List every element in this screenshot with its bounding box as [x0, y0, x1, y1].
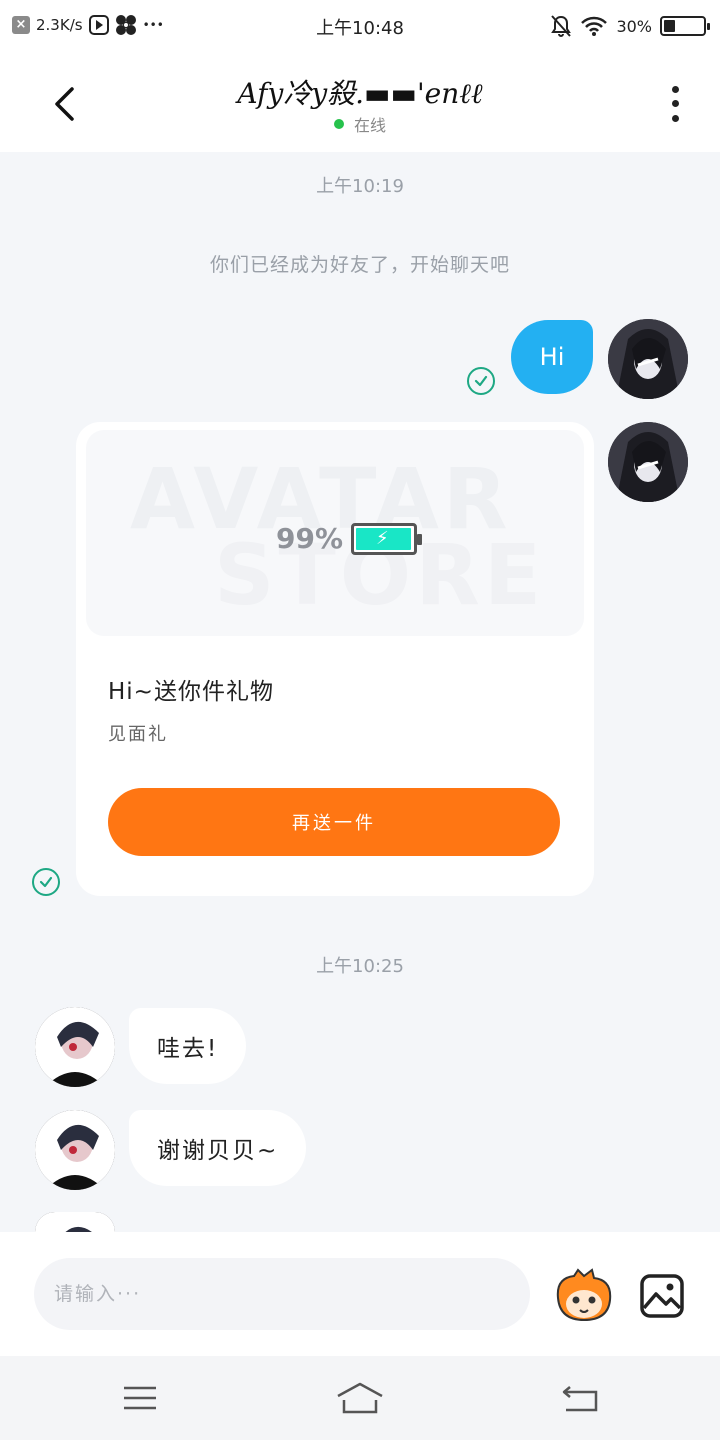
sent-check-icon	[467, 367, 495, 395]
input-bar	[0, 1232, 720, 1356]
home-button[interactable]	[336, 1378, 384, 1418]
battery-graphic: 99% ⚡	[276, 522, 423, 555]
online-status: 在线	[0, 112, 720, 136]
gift-banner: AVATAR STORE 99% ⚡	[86, 430, 584, 636]
contact-avatar[interactable]	[35, 1007, 115, 1087]
return-icon	[562, 1386, 598, 1412]
timestamp: 上午10:25	[316, 956, 404, 977]
image-icon	[640, 1274, 684, 1318]
their-message-bubble[interactable]: 哇去!	[129, 1008, 247, 1084]
chat-header: Afy冷y殺.▬▬'enℓℓ 在线	[0, 56, 720, 152]
menu-button[interactable]	[116, 1378, 164, 1418]
more-options-button[interactable]	[660, 82, 690, 126]
back-nav-button[interactable]	[556, 1378, 604, 1418]
timestamp: 上午10:19	[316, 176, 404, 197]
my-avatar[interactable]	[608, 319, 688, 399]
gift-title: Hi~送你件礼物	[108, 679, 274, 705]
my-avatar[interactable]	[608, 422, 688, 502]
send-another-gift-button[interactable]: 再送一件	[108, 788, 560, 856]
sent-check-icon	[32, 868, 60, 896]
my-message-bubble[interactable]: Hi	[511, 320, 593, 394]
system-nav-bar	[0, 1356, 720, 1440]
status-right: 30%	[550, 14, 710, 38]
battery-icon	[660, 16, 710, 36]
their-message-bubble[interactable]: 谢谢贝贝~	[129, 1110, 307, 1186]
home-icon	[337, 1382, 383, 1414]
online-dot-icon	[333, 119, 344, 129]
mute-bell-icon	[551, 15, 572, 37]
contact-avatar[interactable]	[35, 1110, 115, 1190]
image-button[interactable]	[638, 1272, 686, 1320]
system-message: 你们已经成为好友了，开始聊天吧	[209, 254, 510, 276]
menu-icon	[124, 1386, 156, 1410]
contact-name: Afy冷y殺.▬▬'enℓℓ	[237, 77, 483, 110]
sticker-face-icon	[556, 1268, 612, 1322]
gift-card[interactable]: AVATAR STORE 99% ⚡ Hi~送你件礼物 见面礼 再送一件	[76, 422, 594, 896]
dot-icon	[671, 115, 679, 123]
dot-icon	[671, 100, 679, 108]
message-input[interactable]	[34, 1258, 530, 1330]
battery-full-icon: ⚡	[351, 522, 423, 555]
battery-percent: 30%	[616, 16, 652, 36]
bolt-icon: ⚡	[376, 527, 389, 549]
dot-icon	[671, 85, 679, 93]
wifi-icon	[581, 16, 608, 36]
sticker-button[interactable]	[552, 1268, 616, 1324]
online-status-label: 在线	[353, 116, 386, 135]
battery-percent-label: 99%	[276, 522, 344, 555]
contact-avatar[interactable]	[35, 1212, 115, 1232]
gift-subtitle: 见面礼	[108, 724, 168, 745]
status-bar: × 2.3K/s ••• 上午10:48 30%	[0, 0, 720, 56]
